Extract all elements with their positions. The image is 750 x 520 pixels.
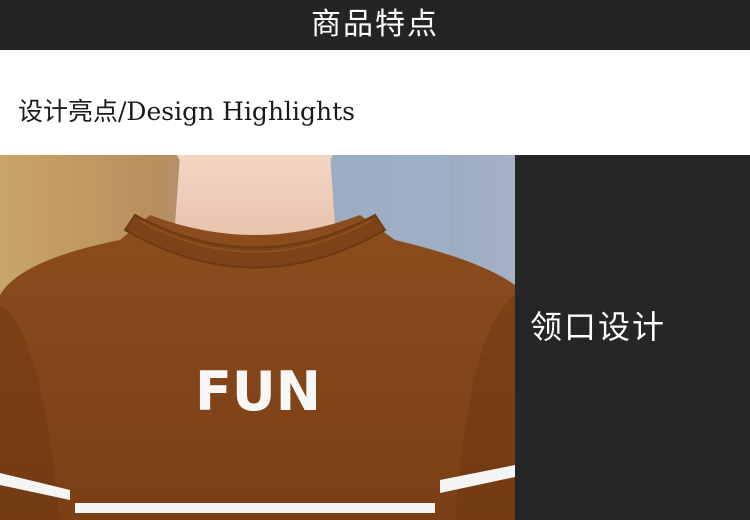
feature-label: 领口设计 bbox=[530, 308, 667, 346]
section-subtitle: 设计亮点/Design Highlights bbox=[18, 97, 356, 126]
product-photo: FUN bbox=[0, 155, 515, 520]
center-stripe bbox=[75, 503, 435, 513]
page-title: 商品特点 bbox=[311, 7, 439, 42]
sweater-lettering: FUN bbox=[195, 360, 321, 423]
